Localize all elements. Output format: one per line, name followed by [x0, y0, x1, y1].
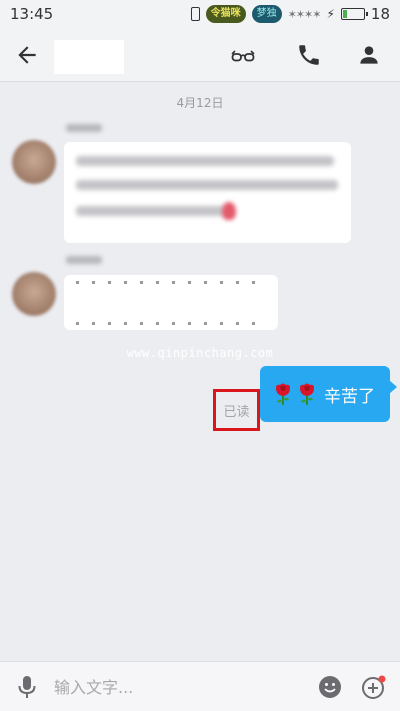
status-bar: 13:45 令猫咪 梦独 ✶✶✶✶ ⚡ 18: [0, 0, 400, 28]
avatar[interactable]: [12, 272, 56, 316]
message-input[interactable]: [54, 672, 294, 702]
incoming-message-bubble[interactable]: [64, 142, 351, 243]
rose-icon: [300, 383, 314, 405]
plus-icon[interactable]: [361, 674, 387, 700]
read-status-label: 已读: [213, 389, 260, 431]
date-divider: 4月12日: [176, 96, 224, 110]
blurred-image-strip: [76, 281, 266, 284]
status-time: 13:45: [10, 5, 54, 23]
blurred-image-strip: [76, 322, 266, 325]
outgoing-message-bubble[interactable]: 辛苦了: [260, 366, 397, 422]
read-status-text: 已读: [223, 404, 250, 420]
person-icon[interactable]: [356, 42, 382, 68]
sender-name: [66, 256, 102, 264]
battery-level: 18: [370, 5, 390, 23]
contact-name: [54, 40, 124, 74]
input-bar: [0, 661, 400, 711]
outgoing-message-text: 辛苦了: [324, 386, 375, 407]
battery-icon: [340, 8, 368, 20]
avatar[interactable]: [12, 140, 56, 184]
charging-icon: ⚡: [326, 7, 335, 21]
flower-emoji-icon: [222, 202, 236, 220]
glasses-icon[interactable]: [230, 42, 256, 68]
incoming-message-bubble[interactable]: [64, 275, 278, 330]
chat-header: [0, 28, 400, 82]
vibrate-icon: [190, 7, 200, 21]
blurred-text-line: [76, 156, 334, 166]
phone-icon[interactable]: [296, 42, 322, 68]
blurred-text-line: [76, 180, 338, 190]
watermark: www.qinpinchang.com: [126, 346, 274, 360]
blurred-text-line: [76, 206, 226, 216]
stars-icon: ✶✶✶✶: [287, 7, 322, 21]
status-icons: 令猫咪 梦独 ✶✶✶✶ ⚡ 18: [190, 5, 390, 23]
sender-name: [66, 124, 102, 132]
status-badge: 令猫咪: [205, 5, 246, 23]
microphone-icon[interactable]: [16, 674, 38, 700]
rose-icon: [276, 383, 290, 405]
emoji-icon[interactable]: [318, 675, 342, 699]
status-badge-2: 梦独: [251, 5, 282, 23]
arrow-left-icon[interactable]: [14, 42, 40, 68]
